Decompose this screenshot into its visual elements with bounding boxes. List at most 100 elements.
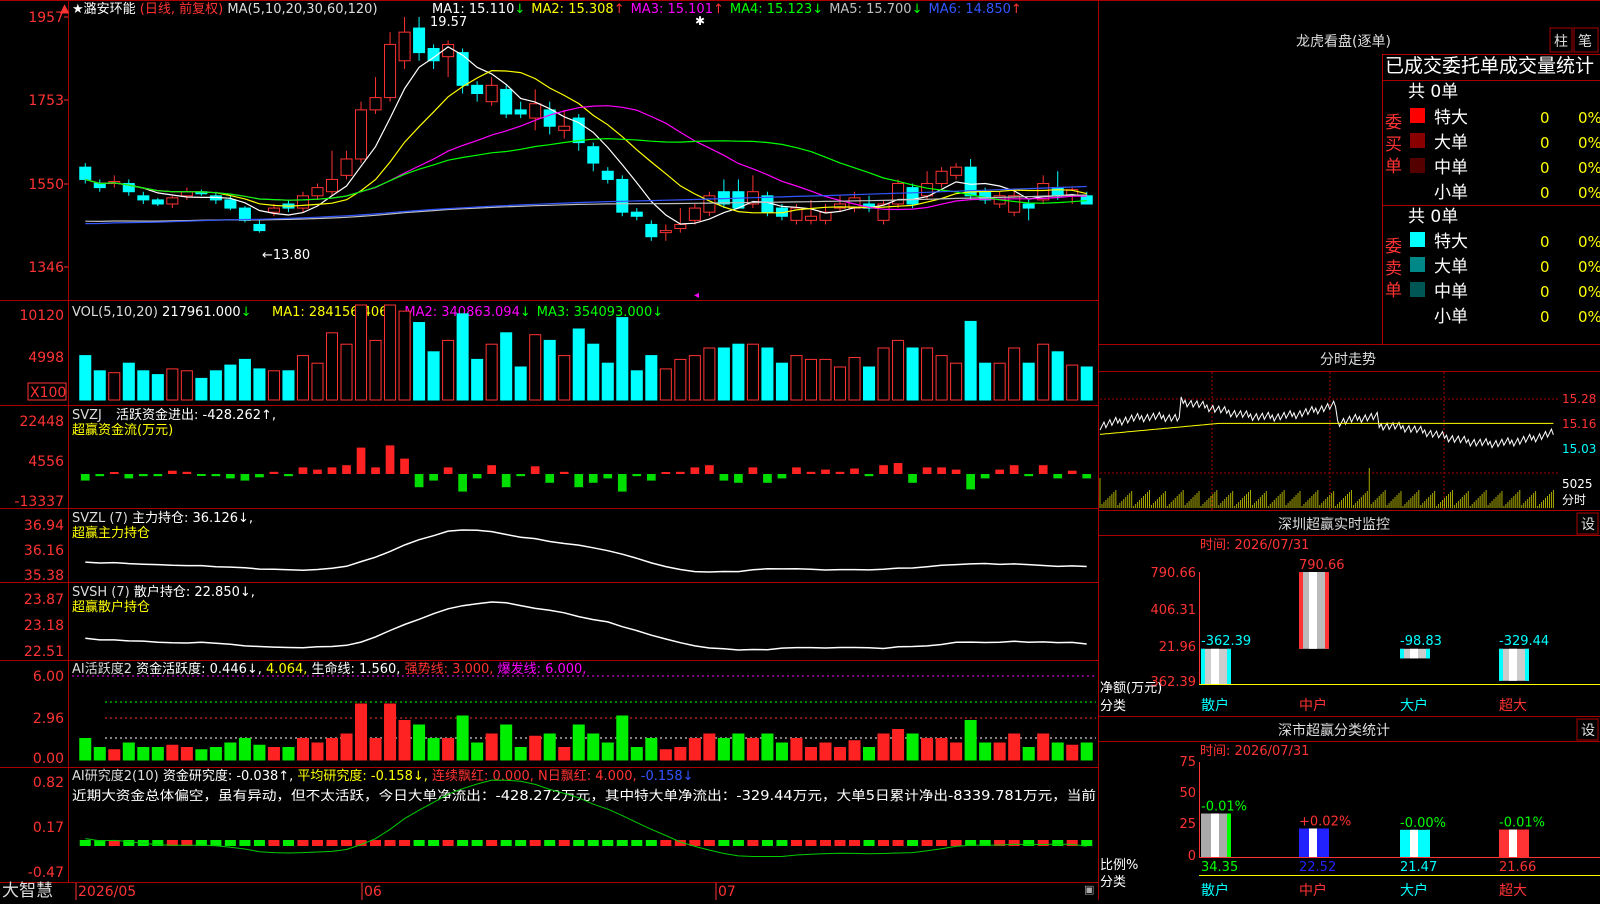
- ma-legend-item: MA4: 15.123: [730, 2, 812, 17]
- price-axis-label: 1550: [28, 177, 64, 193]
- buy-side-label: 委 买 单: [1385, 113, 1402, 177]
- vol-bar: [863, 366, 876, 401]
- sell-side-char: 卖: [1385, 259, 1402, 279]
- flow-bar: [414, 474, 424, 488]
- activity-bar: [833, 747, 847, 761]
- activity-bar: [166, 744, 179, 761]
- kline-chart[interactable]: [79, 17, 1093, 241]
- svsh-sub: 超赢散户持仓: [72, 599, 150, 615]
- order-count: 0: [1540, 258, 1550, 276]
- flow-bar: [545, 474, 555, 483]
- activity-bar: [253, 744, 266, 761]
- activity-bar: [848, 740, 861, 761]
- research-bar: [616, 840, 628, 846]
- legend-swatch: [1410, 232, 1425, 247]
- monitor-category-label: 大户: [1400, 697, 1428, 714]
- flow-bar: [1067, 470, 1077, 474]
- longhu-header: 已成交委托单成交量统计: [1385, 55, 1594, 77]
- lock-icon[interactable]: ▣: [1084, 883, 1094, 896]
- activity-bar: [427, 738, 440, 761]
- activity-bar: [790, 738, 803, 761]
- classify-bar: [1499, 829, 1529, 857]
- flow-bar: [908, 474, 917, 483]
- ai1-t4: 强势线: 3.000,: [405, 661, 494, 677]
- sell-total: 共 0单: [1408, 207, 1458, 227]
- vol-bar: [964, 320, 977, 401]
- vol-bar: [442, 339, 455, 401]
- monitor-bar-highlight: [1509, 648, 1517, 681]
- monitor-bar-highlight: [1410, 648, 1418, 659]
- research-bar: [399, 840, 411, 846]
- date-axis: 2026/05 06 07: [78, 884, 736, 900]
- svzj-sub: 超赢资金流(万元): [72, 422, 173, 438]
- flow-bar: [1053, 474, 1063, 479]
- candle: [630, 211, 643, 217]
- ma-legend-item: MA6: 14.850: [928, 2, 1010, 17]
- intraday-chart[interactable]: [1099, 396, 1554, 508]
- vol-bar: [413, 322, 426, 401]
- flow-bar: [487, 465, 497, 474]
- candle: [935, 170, 948, 185]
- activity-bar: [209, 747, 222, 761]
- research-bar: [761, 840, 773, 846]
- activity-bar: [863, 747, 876, 761]
- research-bar: [1081, 840, 1093, 846]
- flow-bar: [313, 469, 322, 474]
- monitor-bar: [1299, 572, 1329, 649]
- monitor-category-label: 散户: [1201, 697, 1229, 714]
- vol-bar: [500, 332, 513, 401]
- flow-bar: [197, 474, 206, 476]
- vol-bar: [137, 370, 150, 401]
- candle: [659, 230, 672, 234]
- flow-bar: [777, 474, 787, 479]
- classify-change-label: -0.01%: [1201, 799, 1247, 814]
- order-pct: 0%: [1578, 233, 1600, 251]
- vol-bar: [1037, 343, 1050, 401]
- activity-bar: [587, 733, 600, 761]
- classify-category-label: 超大: [1499, 883, 1527, 899]
- research-bar: [602, 840, 614, 846]
- flow-bar: [443, 467, 453, 474]
- vol-bar: [804, 358, 817, 401]
- classify-category-label: 散户: [1201, 882, 1229, 899]
- flow-bar: [719, 474, 729, 481]
- vol-bar: [1051, 351, 1064, 401]
- ma-legend-item: MA5: 15.700: [829, 2, 911, 17]
- vol-bar: [456, 313, 469, 401]
- ai1-bars: [79, 703, 1093, 761]
- vol-bar: [790, 355, 803, 401]
- activity-bar: [543, 733, 556, 761]
- ma-label: MA(5,10,20,30,60,120): [227, 2, 377, 17]
- flow-bar: [138, 474, 148, 477]
- activity-bar: [195, 749, 208, 761]
- flow-bar: [893, 463, 903, 474]
- classify-time: 时间: 2026/07/31: [1200, 744, 1309, 759]
- vol-bar: [833, 366, 847, 401]
- flow-bar: [211, 474, 221, 477]
- research-bar: [921, 840, 933, 846]
- activity-bar: [659, 749, 672, 761]
- ai1-axis: 6.00 2.96 0.00: [33, 669, 64, 767]
- research-bar: [529, 840, 541, 846]
- legend-swatch: [1410, 108, 1425, 123]
- brand-label: 大智慧: [2, 881, 53, 900]
- ai1-axis-label: 2.96: [33, 711, 64, 727]
- vol-bar: [761, 347, 774, 401]
- activity-bar: [906, 733, 919, 761]
- order-count: 0: [1540, 159, 1550, 177]
- order-type-label: 特大: [1434, 232, 1468, 252]
- classify-axis: 75 50 25 0: [1179, 755, 1196, 864]
- flow-bar: [806, 471, 816, 474]
- flow-bar: [1009, 465, 1019, 474]
- activity-bar: [921, 738, 934, 761]
- research-bar: [660, 840, 672, 846]
- research-bar: [79, 840, 91, 846]
- monitor-bar-edge: [1227, 648, 1231, 684]
- flow-bar: [864, 474, 874, 477]
- research-bar: [747, 840, 759, 846]
- research-bar: [239, 840, 251, 846]
- vol-bar: [630, 370, 643, 401]
- warning-icon[interactable]: ▲: [60, 1, 70, 15]
- buy-side-char: 单: [1385, 157, 1402, 177]
- activity-bar: [325, 738, 339, 761]
